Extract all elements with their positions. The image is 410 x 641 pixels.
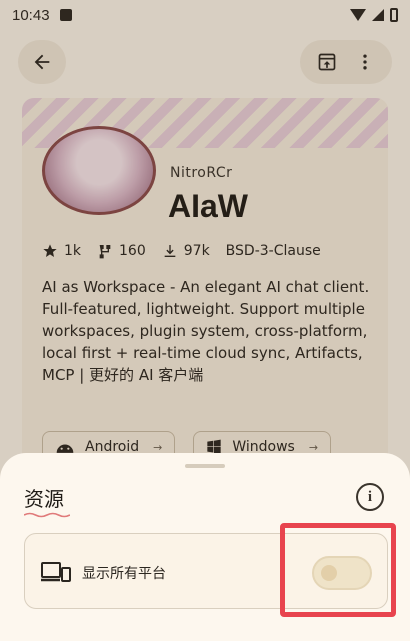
devices-icon bbox=[41, 562, 71, 582]
info-icon: i bbox=[367, 488, 373, 505]
highlight-box bbox=[280, 523, 396, 617]
sheet-title: 资源 bbox=[24, 487, 64, 511]
show-all-platforms-label: 显示所有平台 bbox=[82, 566, 166, 582]
drag-handle[interactable] bbox=[185, 464, 225, 468]
title-underline bbox=[24, 512, 70, 518]
info-button[interactable]: i bbox=[356, 483, 384, 511]
